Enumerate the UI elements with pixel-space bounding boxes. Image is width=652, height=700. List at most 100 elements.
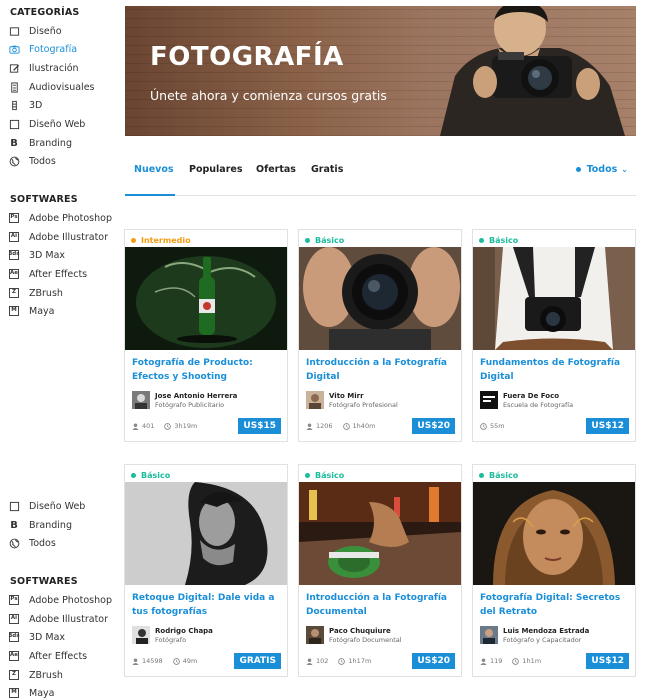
maya-icon: M: [8, 687, 20, 699]
students-count: 401: [142, 422, 155, 430]
author-role: Escuela de Fotografía: [503, 400, 574, 409]
sidebar-item-zbrush[interactable]: Z ZBrush: [8, 285, 63, 301]
sidebar-item-zbrush[interactable]: Z ZBrush: [8, 667, 63, 683]
course-thumbnail[interactable]: [125, 482, 287, 585]
course-title-link[interactable]: Introducción a la Fotografía Documental: [306, 591, 456, 619]
illustrator-icon: Ai: [8, 231, 20, 243]
author-name: Rodrigo Chapa: [155, 626, 213, 635]
sidebar-item-branding[interactable]: B Branding: [8, 135, 72, 151]
price-button[interactable]: US$20: [412, 653, 455, 669]
pencil-icon: [8, 62, 20, 74]
sidebar-item-ilustracion[interactable]: Ilustración: [8, 60, 79, 76]
author-name: Vito Mirr: [329, 391, 364, 400]
course-duration: 1h40m: [352, 422, 376, 430]
sidebar-item-maya[interactable]: M Maya: [8, 685, 54, 700]
banner-title: FOTOGRAFÍA: [150, 42, 344, 72]
tab-nuevos[interactable]: Nuevos: [134, 164, 174, 175]
price-button[interactable]: US$12: [586, 418, 629, 434]
sidebar-item-label: After Effects: [29, 268, 88, 280]
price-button[interactable]: US$12: [586, 653, 629, 669]
tab-ofertas[interactable]: Ofertas: [256, 164, 296, 175]
sidebar-item-label: Adobe Photoshop: [29, 212, 112, 224]
sidebar-item-after-effects[interactable]: Ae After Effects: [8, 266, 87, 282]
after-effects-icon: Ae: [8, 650, 20, 662]
sidebar-item-photoshop[interactable]: Ps Adobe Photoshop: [8, 592, 112, 608]
course-title-link[interactable]: Fotografía Digital: Secretos del Retrato: [480, 591, 630, 619]
sidebar-item-diseno[interactable]: Diseño: [8, 23, 62, 39]
level-filter-dropdown[interactable]: Todos ⌄: [575, 164, 628, 175]
course-card[interactable]: Básico Introducción a la Fotografía Docu…: [298, 464, 462, 677]
price-button[interactable]: US$15: [238, 418, 281, 434]
sidebar-item-fotografia[interactable]: Fotografía: [8, 41, 77, 57]
course-author[interactable]: Luis Mendoza Estrada Fotógrafo y Capacita…: [480, 626, 589, 644]
sidebar-item-audiovisuales[interactable]: Audiovisuales: [8, 79, 95, 95]
cube-icon: [8, 99, 20, 111]
course-author[interactable]: Vito Mirr Fotógrafo Profesional: [306, 391, 398, 409]
sidebar-item-illustrator[interactable]: Ai Adobe Illustrator: [8, 611, 108, 627]
sidebar-item-3d[interactable]: 3D: [8, 97, 42, 113]
sidebar-item-after-effects[interactable]: Ae After Effects: [8, 648, 87, 664]
course-title-link[interactable]: Fotografía de Producto: Efectos y Shooti…: [132, 356, 282, 384]
sidebar-item-diseno-web[interactable]: Diseño Web: [8, 498, 85, 514]
course-duration: 55m: [490, 422, 505, 430]
course-card[interactable]: Intermedio Fotografía de Producto: Efect…: [124, 229, 288, 442]
course-thumbnail[interactable]: [473, 482, 635, 585]
price-button[interactable]: US$20: [412, 418, 455, 434]
sidebar-item-maya[interactable]: M Maya: [8, 303, 54, 319]
price-button[interactable]: GRATIS: [234, 653, 281, 669]
clock-icon: [164, 422, 172, 430]
level-dot-icon: [479, 237, 484, 243]
square-icon: [8, 500, 20, 512]
sidebar-item-label: Todos: [29, 537, 56, 549]
level-label: Básico: [489, 470, 519, 480]
author-name: Paco Chuquiure: [329, 626, 391, 635]
course-meta: 102 1h17m: [306, 657, 381, 665]
course-thumbnail[interactable]: [299, 482, 461, 585]
sidebar-item-3dmax[interactable]: 3ds 3D Max: [8, 629, 65, 645]
author-role: Fotógrafo y Capacitador: [503, 635, 582, 644]
course-duration: 1h17m: [348, 657, 372, 665]
author-name: Luis Mendoza Estrada: [503, 626, 590, 635]
course-title-link[interactable]: Introducción a la Fotografía Digital: [306, 356, 456, 384]
sidebar-item-branding[interactable]: B Branding: [8, 517, 72, 533]
level-badge: Básico: [479, 234, 518, 246]
avatar: [306, 626, 324, 644]
course-author[interactable]: Rodrigo Chapa Fotógrafo: [132, 626, 213, 644]
sidebar-item-todos[interactable]: Todos: [8, 153, 56, 169]
course-thumbnail[interactable]: [473, 247, 635, 350]
course-card[interactable]: Básico Introducción a la Fotografía Digi…: [298, 229, 462, 442]
course-thumbnail[interactable]: [299, 247, 461, 350]
course-title-link[interactable]: Fundamentos de Fotografía Digital: [480, 356, 630, 384]
course-card[interactable]: Básico Fotografía Digital: Secretos del …: [472, 464, 636, 677]
course-author[interactable]: Jose Antonio Herrera Fotógrafo Publicitar…: [132, 391, 237, 409]
course-title-link[interactable]: Retoque Digital: Dale vida a tus fotogra…: [132, 591, 282, 619]
course-card[interactable]: Básico Fundamentos de Fotografía Digital…: [472, 229, 636, 442]
avatar: [132, 391, 150, 409]
softwares-title: SOFTWARES: [10, 194, 78, 205]
course-author[interactable]: Paco Chuquiure Fotógrafo Documental: [306, 626, 402, 644]
sidebar-item-label: Branding: [29, 137, 72, 149]
sidebar-item-3dmax[interactable]: 3ds 3D Max: [8, 247, 65, 263]
tab-populares[interactable]: Populares: [189, 164, 243, 175]
course-card[interactable]: Básico Retoque Digital: Dale vida a tus …: [124, 464, 288, 677]
sidebar-item-todos[interactable]: Todos: [8, 535, 56, 551]
illustrator-icon: Ai: [8, 613, 20, 625]
author-role: Fotógrafo Profesional: [329, 400, 398, 409]
course-author[interactable]: Fuera De Foco Escuela de Fotografía: [480, 391, 573, 409]
sidebar-item-label: Adobe Photoshop: [29, 594, 112, 606]
level-badge: Intermedio: [131, 234, 191, 246]
level-label: Intermedio: [141, 235, 191, 245]
tab-gratis[interactable]: Gratis: [311, 164, 343, 175]
sidebar-item-label: 3D Max: [29, 249, 66, 261]
sidebar-item-illustrator[interactable]: Ai Adobe Illustrator: [8, 229, 108, 245]
user-icon: [480, 657, 487, 665]
avatar: [480, 626, 498, 644]
students-count: 119: [490, 657, 503, 665]
sidebar-item-diseno-web[interactable]: Diseño Web: [8, 116, 85, 132]
sidebar-item-label: Maya: [29, 305, 55, 317]
course-meta: 401 3h19m: [132, 422, 207, 430]
level-badge: Básico: [131, 469, 170, 481]
sidebar-item-photoshop[interactable]: Ps Adobe Photoshop: [8, 210, 112, 226]
sidebar-item-label: Adobe Illustrator: [29, 231, 109, 243]
course-thumbnail[interactable]: [125, 247, 287, 350]
